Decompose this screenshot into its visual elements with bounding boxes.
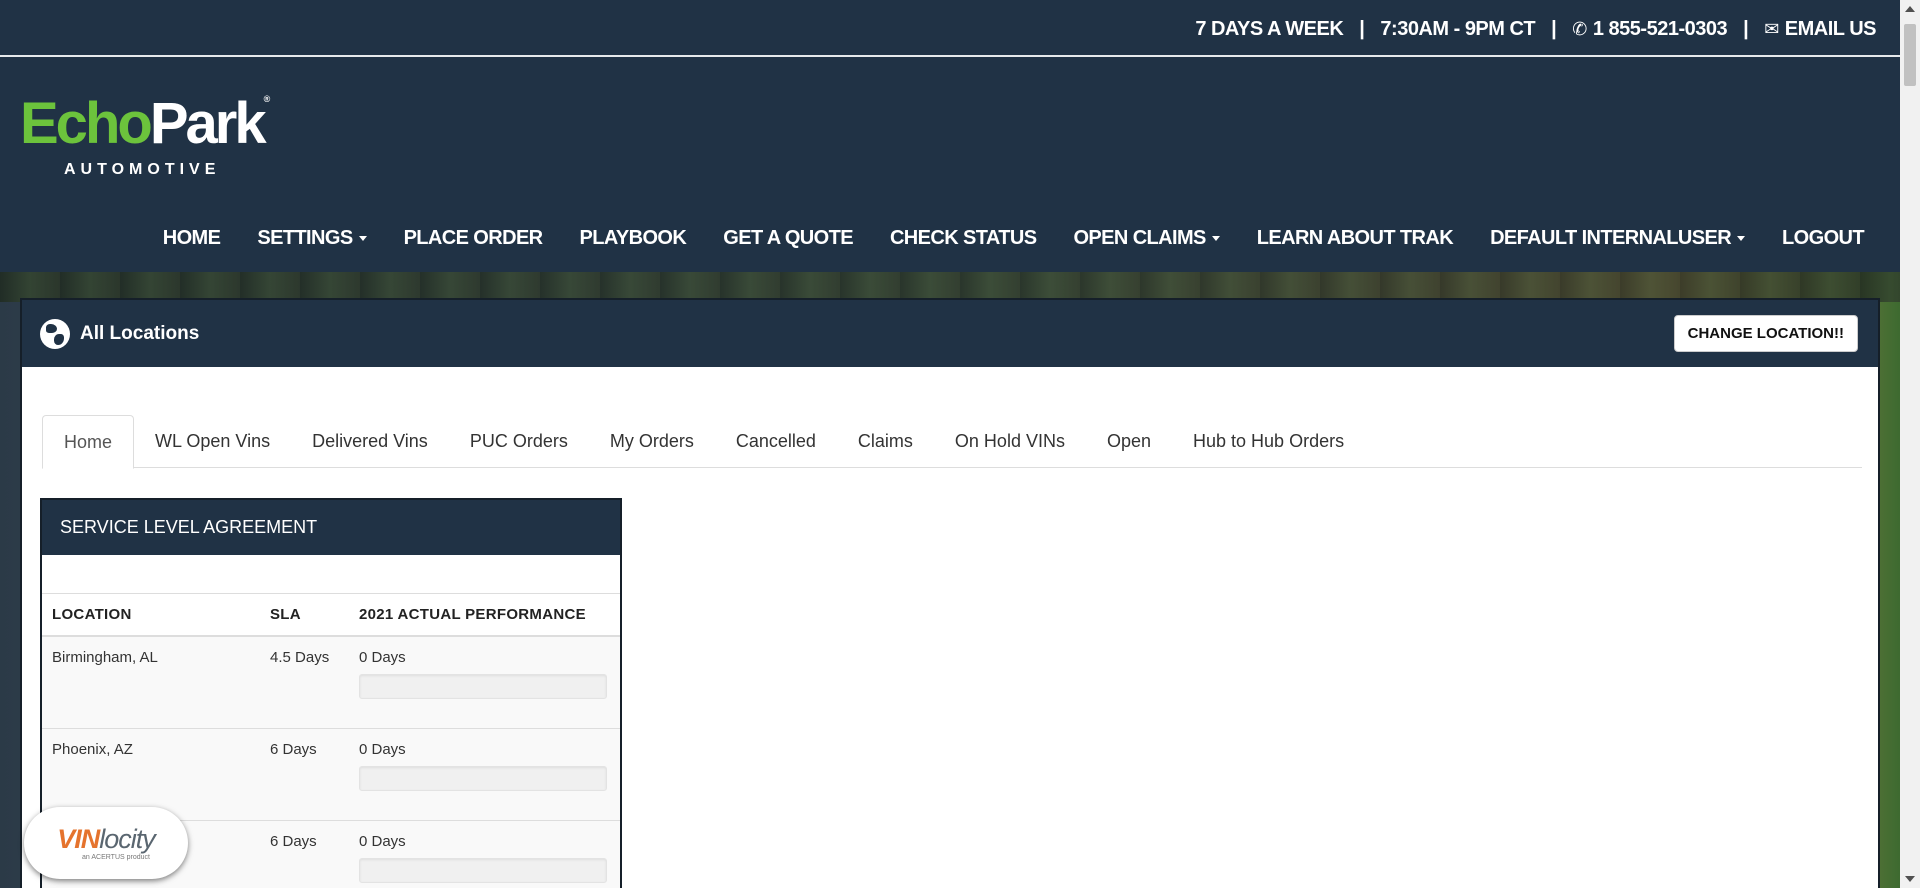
nav-open-claims[interactable]: OPEN CLAIMS — [1073, 227, 1220, 250]
row-sla: 4.5 Days — [260, 636, 349, 729]
change-location-button[interactable]: CHANGE LOCATION!! — [1673, 315, 1858, 352]
performance-progress-bar — [359, 765, 607, 791]
tab-on-hold-vins[interactable]: On Hold VINs — [934, 415, 1086, 468]
nav-settings[interactable]: SETTINGS — [257, 227, 367, 250]
tab-open[interactable]: Open — [1086, 415, 1172, 468]
days-text: 7 DAYS A WEEK — [1195, 18, 1344, 40]
scroll-down-arrow-icon[interactable] — [1905, 876, 1915, 882]
vinlocity-subtitle: an ACERTUS product — [82, 853, 150, 861]
scrollbar-thumb[interactable] — [1904, 24, 1916, 86]
email-link[interactable]: ✉ EMAIL US — [1764, 18, 1876, 41]
top-contact-bar: 7 DAYS A WEEK | 7:30AM - 9PM CT | ✆ 1 855… — [0, 0, 1900, 57]
nav-logout-label: LOGOUT — [1782, 227, 1865, 249]
location-title: All Locations — [40, 318, 200, 349]
tab-claims[interactable]: Claims — [837, 415, 934, 468]
separator: | — [1743, 18, 1749, 40]
site-header: EchoPark® AUTOMOTIVE HOME SETTINGS PLACE… — [0, 57, 1900, 272]
nav-home[interactable]: HOME — [163, 227, 221, 250]
vinlocity-badge[interactable]: VINlocity an ACERTUS product — [24, 807, 188, 879]
scroll-up-arrow-icon[interactable] — [1905, 6, 1915, 12]
sla-header-row: LOCATION SLA 2021 ACTUAL PERFORMANCE — [42, 594, 620, 637]
nav-place-order-label: PLACE ORDER — [403, 227, 544, 249]
main-nav: HOME SETTINGS PLACE ORDER PLAYBOOK GET A… — [126, 227, 1865, 250]
globe-icon — [40, 318, 70, 349]
phone-link[interactable]: ✆ 1 855-521-0303 — [1572, 18, 1727, 41]
col-location: LOCATION — [42, 594, 260, 637]
row-actual: 0 Days — [349, 820, 620, 888]
nav-get-a-quote-label: GET A QUOTE — [723, 227, 853, 249]
row-actual: 0 Days — [349, 728, 620, 821]
row-location: Birmingham, AL — [42, 636, 260, 729]
nav-place-order[interactable]: PLACE ORDER — [403, 227, 544, 250]
page-scrollbar[interactable] — [1900, 0, 1920, 888]
phone-number: 1 855-521-0303 — [1592, 18, 1728, 40]
nav-playbook[interactable]: PLAYBOOK — [580, 227, 687, 250]
performance-progress-bar — [359, 857, 607, 883]
row-actual-value: 0 Days — [359, 649, 406, 666]
tab-wl-open-vins[interactable]: WL Open Vins — [134, 415, 291, 468]
col-actual-performance: 2021 ACTUAL PERFORMANCE — [349, 594, 620, 637]
nav-playbook-label: PLAYBOOK — [579, 227, 687, 249]
nav-user-menu[interactable]: DEFAULT INTERNALUSER — [1490, 227, 1746, 250]
nav-learn-about-trak[interactable]: LEARN ABOUT TRAK — [1256, 227, 1454, 250]
separator: | — [1359, 18, 1365, 40]
nav-settings-label: SETTINGS — [257, 227, 353, 249]
tab-delivered-vins[interactable]: Delivered Vins — [291, 415, 449, 468]
vinlocity-logo: VINlocity — [57, 823, 156, 854]
logo-subtitle: AUTOMOTIVE — [64, 161, 221, 178]
tab-home[interactable]: Home — [42, 415, 135, 469]
vinlocity-vin: VIN — [57, 823, 100, 854]
nav-user-menu-label: DEFAULT INTERNALUSER — [1490, 227, 1732, 249]
logo-wordmark: EchoPark® — [20, 94, 270, 153]
nav-home-label: HOME — [162, 227, 221, 249]
chevron-down-icon — [358, 236, 367, 241]
email-label: EMAIL US — [1784, 18, 1877, 40]
logo-park: Park — [149, 91, 267, 156]
tab-bar: Home WL Open Vins Delivered Vins PUC Ord… — [42, 415, 1862, 469]
separator: | — [1551, 18, 1557, 40]
row-actual-value: 0 Days — [359, 740, 406, 758]
col-sla: SLA — [260, 594, 349, 637]
registered-mark: ® — [263, 94, 270, 104]
nav-learn-about-trak-label: LEARN ABOUT TRAK — [1256, 227, 1454, 249]
tab-puc-orders[interactable]: PUC Orders — [449, 415, 589, 468]
phone-icon: ✆ — [1572, 19, 1587, 39]
logo-echo: Echo — [20, 91, 153, 156]
row-actual-value: 0 Days — [359, 832, 406, 850]
row-sla: 6 Days — [260, 728, 349, 821]
echopark-logo[interactable]: EchoPark® AUTOMOTIVE — [20, 94, 270, 179]
hours-text: 7:30AM - 9PM CT — [1380, 18, 1536, 40]
nav-check-status-label: CHECK STATUS — [889, 227, 1037, 249]
row-actual: 0 Days — [349, 636, 620, 729]
location-title-text: All Locations — [80, 322, 200, 344]
table-row: Birmingham, AL 4.5 Days 0 Days — [42, 636, 620, 729]
main-panel: All Locations CHANGE LOCATION!! Home WL … — [20, 298, 1880, 888]
nav-get-a-quote[interactable]: GET A QUOTE — [723, 227, 853, 250]
nav-check-status[interactable]: CHECK STATUS — [890, 227, 1037, 250]
contact-info: 7 DAYS A WEEK | 7:30AM - 9PM CT | ✆ 1 855… — [1195, 18, 1876, 41]
sla-spacer — [42, 555, 620, 594]
nav-open-claims-label: OPEN CLAIMS — [1073, 227, 1206, 249]
envelope-icon: ✉ — [1764, 19, 1779, 39]
vinlocity-locity: locity — [99, 823, 156, 854]
row-sla: 6 Days — [260, 820, 349, 888]
nav-logout[interactable]: LOGOUT — [1782, 227, 1865, 250]
chevron-down-icon — [1211, 236, 1220, 241]
performance-progress-bar — [359, 674, 607, 699]
tab-hub-to-hub-orders[interactable]: Hub to Hub Orders — [1172, 415, 1365, 468]
tab-my-orders[interactable]: My Orders — [589, 415, 715, 468]
sla-title: SERVICE LEVEL AGREEMENT — [42, 500, 620, 555]
panel-header: All Locations CHANGE LOCATION!! — [22, 300, 1878, 367]
tab-cancelled[interactable]: Cancelled — [715, 415, 837, 468]
chevron-down-icon — [1737, 236, 1746, 241]
